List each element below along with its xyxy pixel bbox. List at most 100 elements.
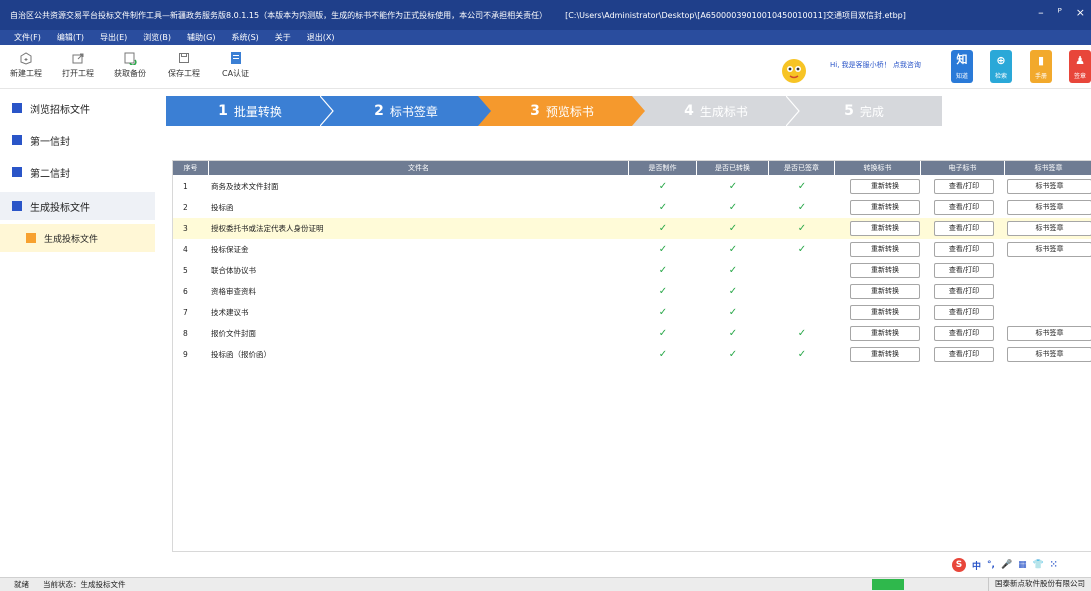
menu-edit[interactable]: 编辑(T): [57, 32, 84, 43]
sidebar-item-first-envelope[interactable]: 第一信封: [0, 126, 155, 154]
table-header: 序号 文件名 是否制作 是否已转换 是否已签章 转换标书 电子标书 标书签章: [173, 161, 1091, 175]
sign-tool-button[interactable]: ♟ 签章: [1069, 50, 1091, 83]
signed-check-icon: ✓: [797, 223, 807, 234]
signed-check-icon: ✓: [797, 202, 807, 213]
table-row[interactable]: 5 联合体协议书 ✓ ✓ 重新转换 查看/打印: [173, 260, 1091, 281]
row-filename: 商务及技术文件封面: [211, 182, 279, 191]
col-header-made: 是否制作: [629, 161, 697, 175]
sidebar-item-second-envelope[interactable]: 第二信封: [0, 158, 155, 186]
table-row[interactable]: 6 资格审查资料 ✓ ✓ 重新转换 查看/打印: [173, 281, 1091, 302]
signed-check-icon: ✓: [797, 244, 807, 255]
step-3[interactable]: 3 预览标书: [478, 96, 646, 126]
ime-tools-icon[interactable]: ⁙: [1050, 560, 1058, 570]
reconvert-button[interactable]: 重新转换: [850, 200, 920, 215]
col-header-sign: 标书签章: [1034, 164, 1063, 172]
view-print-button[interactable]: 查看/打印: [934, 200, 994, 215]
col-header-ebid: 电子标书: [921, 161, 1005, 175]
new-project-button[interactable]: 新建工程: [10, 51, 42, 79]
sidebar-item-browse-tender[interactable]: 浏览招标文件: [0, 94, 155, 122]
step-4[interactable]: 4 生成标书: [632, 96, 800, 126]
table-row[interactable]: 9 投标函（报价函） ✓ ✓ ✓ 重新转换 查看/打印 标书签章: [173, 344, 1091, 365]
reconvert-button[interactable]: 重新转换: [850, 179, 920, 194]
sign-bid-button[interactable]: 标书签章: [1007, 200, 1091, 215]
view-print-button[interactable]: 查看/打印: [934, 179, 994, 194]
table-row[interactable]: 1 商务及技术文件封面 ✓ ✓ ✓ 重新转换 查看/打印 标书签章: [173, 176, 1091, 197]
open-project-label: 打开工程: [62, 69, 94, 78]
view-print-button[interactable]: 查看/打印: [934, 221, 994, 236]
reconvert-button[interactable]: 重新转换: [850, 263, 920, 278]
manual-button[interactable]: ▮ 手册: [1030, 50, 1052, 83]
col-header-no: 序号: [173, 161, 209, 175]
step-2[interactable]: 2 标书签章: [320, 96, 492, 126]
save-project-button[interactable]: 保存工程: [168, 51, 200, 79]
table-row[interactable]: 4 投标保证金 ✓ ✓ ✓ 重新转换 查看/打印 标书签章: [173, 239, 1091, 260]
detect-icon: ⊕: [996, 54, 1006, 67]
save-project-label: 保存工程: [168, 69, 200, 78]
step-number: 1: [218, 103, 228, 119]
reconvert-button[interactable]: 重新转换: [850, 305, 920, 320]
menu-browse[interactable]: 浏览(B): [143, 32, 171, 43]
step-5[interactable]: 5 完成: [786, 96, 942, 126]
table-row[interactable]: 8 报价文件封面 ✓ ✓ ✓ 重新转换 查看/打印 标书签章: [173, 323, 1091, 344]
customer-service-text[interactable]: Hi, 我是客服小桥！ 点我咨询: [830, 60, 921, 70]
knowledge-button[interactable]: 知 知道: [951, 50, 973, 83]
save-icon: [177, 51, 191, 65]
detect-label: 检索: [994, 73, 1007, 80]
restore-button[interactable]: ᴾ: [1058, 6, 1062, 19]
view-print-button[interactable]: 查看/打印: [934, 263, 994, 278]
made-check-icon: ✓: [658, 328, 668, 339]
sign-bid-button[interactable]: 标书签章: [1007, 242, 1091, 257]
ime-punctuation-icon[interactable]: °,: [987, 560, 995, 570]
ime-mic-icon[interactable]: 🎤: [1001, 560, 1012, 570]
view-print-button[interactable]: 查看/打印: [934, 347, 994, 362]
ime-skin-icon[interactable]: 👕: [1033, 560, 1044, 570]
backup-icon: [123, 51, 137, 65]
signed-check-icon: ✓: [797, 349, 807, 360]
view-print-button[interactable]: 查看/打印: [934, 326, 994, 341]
made-check-icon: ✓: [658, 286, 668, 297]
ime-keyboard-icon[interactable]: ▦: [1018, 560, 1027, 570]
reconvert-button[interactable]: 重新转换: [850, 347, 920, 362]
table-row[interactable]: 3 授权委托书或法定代表人身份证明 ✓ ✓ ✓ 重新转换 查看/打印 标书签章: [173, 218, 1091, 239]
view-print-button[interactable]: 查看/打印: [934, 242, 994, 257]
ca-auth-button[interactable]: CA认证: [222, 51, 249, 79]
close-button[interactable]: ×: [1076, 6, 1085, 19]
sidebar: 浏览招标文件 第一信封 第二信封 生成投标文件 生成投标文件: [0, 94, 155, 577]
minimize-button[interactable]: –: [1038, 6, 1044, 19]
ime-logo-icon[interactable]: S: [952, 558, 966, 572]
view-print-button[interactable]: 查看/打印: [934, 305, 994, 320]
sign-bid-button[interactable]: 标书签章: [1007, 326, 1091, 341]
step-1[interactable]: 1 批量转换: [166, 96, 334, 126]
sign-bid-button[interactable]: 标书签章: [1007, 221, 1091, 236]
menu-exit[interactable]: 退出(X): [307, 32, 335, 43]
ime-chinese-icon[interactable]: 中: [972, 559, 981, 572]
menu-system[interactable]: 系统(S): [231, 32, 258, 43]
reconvert-button[interactable]: 重新转换: [850, 284, 920, 299]
reconvert-button[interactable]: 重新转换: [850, 221, 920, 236]
made-check-icon: ✓: [658, 223, 668, 234]
menu-about[interactable]: 关于: [275, 32, 291, 43]
reconvert-button[interactable]: 重新转换: [850, 242, 920, 257]
sidebar-subitem-generate[interactable]: 生成投标文件: [0, 224, 155, 252]
signed-check-icon: ✓: [797, 181, 807, 192]
sidebar-item-label: 浏览招标文件: [30, 104, 90, 116]
table-row[interactable]: 2 投标函 ✓ ✓ ✓ 重新转换 查看/打印 标书签章: [173, 197, 1091, 218]
converted-check-icon: ✓: [728, 307, 738, 318]
row-number: 6: [183, 287, 188, 296]
menu-export[interactable]: 导出(E): [100, 32, 127, 43]
sidebar-item-generate[interactable]: 生成投标文件: [0, 192, 155, 220]
menu-file[interactable]: 文件(F): [14, 32, 41, 43]
detect-button[interactable]: ⊕ 检索: [990, 50, 1012, 83]
open-project-button[interactable]: 打开工程: [62, 51, 94, 79]
menu-assist[interactable]: 辅助(G): [187, 32, 215, 43]
customer-service-mascot-icon[interactable]: [779, 56, 809, 84]
reconvert-button[interactable]: 重新转换: [850, 326, 920, 341]
converted-check-icon: ✓: [728, 286, 738, 297]
get-backup-button[interactable]: 获取备份: [114, 51, 146, 79]
view-print-button[interactable]: 查看/打印: [934, 284, 994, 299]
company-name: 国泰新点软件股份有限公司: [988, 577, 1091, 591]
table-row[interactable]: 7 技术建议书 ✓ ✓ 重新转换 查看/打印: [173, 302, 1091, 323]
sign-bid-button[interactable]: 标书签章: [1007, 179, 1091, 194]
new-project-icon: [19, 51, 33, 65]
sign-bid-button[interactable]: 标书签章: [1007, 347, 1091, 362]
